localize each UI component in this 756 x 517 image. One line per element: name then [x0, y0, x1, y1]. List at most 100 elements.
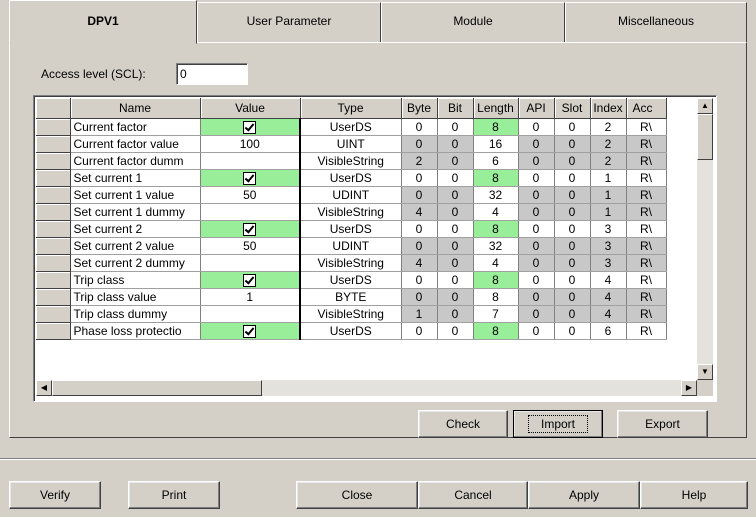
cell-value[interactable] [200, 271, 301, 289]
scroll-left-arrow-icon[interactable]: ◀ [36, 380, 52, 396]
verify-button[interactable]: Verify [9, 481, 101, 509]
scroll-right-arrow-icon[interactable]: ▶ [681, 380, 697, 396]
cell-api: 0 [518, 118, 555, 136]
row-header[interactable] [36, 254, 71, 272]
cell-value[interactable]: 50 [200, 237, 301, 255]
table-row[interactable]: Trip class value 1 BYTE 0 0 8 0 0 4 R\ [36, 288, 667, 306]
cell-slot: 0 [554, 220, 591, 238]
row-header[interactable] [36, 237, 71, 255]
table-row[interactable]: Set current 1 value 50 UDINT 0 0 32 0 0 1 R\ [36, 186, 667, 204]
row-header[interactable] [36, 135, 71, 153]
table-row[interactable]: Set current 2 value 50 UDINT 0 0 32 0 0 3 R\ [36, 237, 667, 255]
value-checkbox[interactable] [243, 171, 257, 185]
cell-value[interactable]: 50 [200, 186, 301, 204]
cell-value[interactable] [200, 254, 301, 272]
value-checkbox[interactable] [243, 324, 257, 338]
help-button[interactable]: Help [640, 481, 748, 509]
import-button[interactable]: Import [513, 410, 603, 438]
check-button[interactable]: Check [418, 410, 508, 438]
table-row[interactable]: Trip class dummy VisibleString 1 0 7 0 0 4 R\ [36, 305, 667, 323]
scroll-up-arrow-icon[interactable]: ▲ [697, 98, 713, 114]
cell-index: 3 [590, 254, 627, 272]
cell-byte: 0 [401, 271, 438, 289]
cell-api: 0 [518, 254, 555, 272]
value-checkbox[interactable] [243, 120, 257, 134]
cell-value[interactable] [200, 169, 301, 187]
vertical-scroll-thumb[interactable] [697, 114, 713, 160]
apply-button[interactable]: Apply [528, 481, 640, 509]
print-button[interactable]: Print [128, 481, 220, 509]
cell-value[interactable] [200, 203, 301, 221]
select-all-header[interactable] [36, 98, 71, 119]
scroll-down-arrow-icon[interactable]: ▼ [697, 364, 713, 380]
row-header[interactable] [36, 305, 71, 323]
cell-value[interactable] [200, 118, 301, 136]
cell-value[interactable] [200, 305, 301, 323]
row-header[interactable] [36, 152, 71, 170]
tab-module[interactable]: Module [381, 2, 565, 42]
cell-access: R\ [626, 220, 667, 238]
row-header[interactable] [36, 288, 71, 306]
cell-slot: 0 [554, 203, 591, 221]
cell-byte: 0 [401, 220, 438, 238]
table-row[interactable]: Current factor dumm VisibleString 2 0 6 0 0 2 R\ [36, 152, 667, 170]
column-header-byte[interactable]: Byte [401, 98, 438, 119]
cell-bit: 0 [437, 118, 474, 136]
column-header-name[interactable]: Name [70, 98, 201, 119]
table-row[interactable]: Set current 1 UserDS 0 0 8 0 0 1 R\ [36, 169, 667, 187]
cell-index: 1 [590, 169, 627, 187]
export-button[interactable]: Export [617, 410, 708, 438]
tab-module-label: Module [453, 14, 493, 28]
table-row[interactable]: Set current 1 dummy VisibleString 4 0 4 0 0 1 R\ [36, 203, 667, 221]
row-header[interactable] [36, 203, 71, 221]
table-row[interactable]: Set current 2 UserDS 0 0 8 0 0 3 R\ [36, 220, 667, 238]
tab-miscellaneous[interactable]: Miscellaneous [565, 2, 747, 42]
close-button[interactable]: Close [296, 481, 418, 509]
column-header-api[interactable]: API [518, 98, 555, 119]
cell-byte: 0 [401, 186, 438, 204]
row-header[interactable] [36, 169, 71, 187]
cell-slot: 0 [554, 322, 591, 340]
table-row[interactable]: Trip class UserDS 0 0 8 0 0 4 R\ [36, 271, 667, 289]
column-header-index[interactable]: Index [590, 98, 627, 119]
column-header-length[interactable]: Length [473, 98, 519, 119]
cell-value[interactable]: 100 [200, 135, 301, 153]
cell-value[interactable] [200, 152, 301, 170]
cell-value[interactable] [200, 322, 301, 340]
cell-access: R\ [626, 135, 667, 153]
access-level-input[interactable] [176, 63, 248, 85]
parameter-grid[interactable]: Name Value Type Byte Bit Length API Slot… [33, 95, 717, 402]
column-header-access[interactable]: Acc [626, 98, 667, 119]
cell-value[interactable]: 1 [200, 288, 301, 306]
cell-access: R\ [626, 271, 667, 289]
value-checkbox[interactable] [243, 222, 257, 236]
cell-bit: 0 [437, 135, 474, 153]
cell-byte: 0 [401, 169, 438, 187]
row-header[interactable] [36, 186, 71, 204]
cell-bit: 0 [437, 237, 474, 255]
horizontal-scroll-thumb[interactable] [52, 380, 262, 396]
tab-miscellaneous-label: Miscellaneous [617, 14, 695, 28]
cancel-button[interactable]: Cancel [418, 481, 528, 509]
row-header[interactable] [36, 220, 71, 238]
column-header-value[interactable]: Value [200, 98, 301, 119]
column-header-bit[interactable]: Bit [437, 98, 474, 119]
tab-dpv1[interactable]: DPV1 [9, 0, 197, 44]
value-checkbox[interactable] [243, 273, 257, 287]
table-row[interactable]: Current factor value 100 UINT 0 0 16 0 0 2 R\ [36, 135, 667, 153]
row-header[interactable] [36, 322, 71, 340]
cell-value[interactable] [200, 220, 301, 238]
cell-type: UserDS [300, 322, 402, 340]
cell-slot: 0 [554, 305, 591, 323]
table-row[interactable]: Phase loss protectio UserDS 0 0 8 0 0 6 R\ [36, 322, 667, 340]
tab-user-parameter-label: User Parameter [246, 14, 332, 28]
tab-user-parameter[interactable]: User Parameter [197, 2, 381, 42]
cell-length: 8 [473, 322, 519, 340]
row-header[interactable] [36, 118, 71, 136]
column-header-slot[interactable]: Slot [554, 98, 591, 119]
column-header-type[interactable]: Type [300, 98, 402, 119]
table-row[interactable]: Current factor UserDS 0 0 8 0 0 2 R\ [36, 118, 667, 136]
cell-index: 4 [590, 305, 627, 323]
row-header[interactable] [36, 271, 71, 289]
table-row[interactable]: Set current 2 dummy VisibleString 4 0 4 0 0 3 R\ [36, 254, 667, 272]
